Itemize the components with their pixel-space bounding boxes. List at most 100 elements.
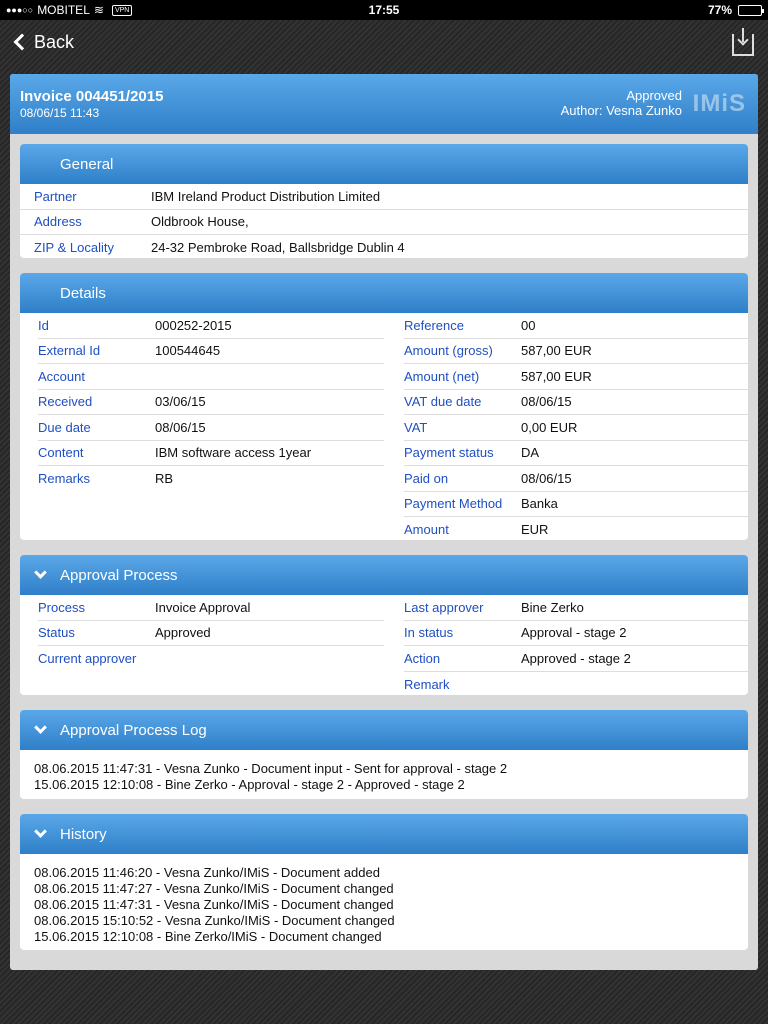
field-label: Current approver (38, 651, 137, 667)
field-label: Status (38, 625, 75, 641)
field-row: Due date 08/06/15 (38, 415, 384, 441)
field-row: Reference 00 (404, 313, 748, 339)
battery-icon (738, 4, 764, 16)
field-value: IBM Ireland Product Distribution Limited (151, 188, 381, 204)
field-value: 03/06/15 (155, 394, 206, 410)
field-label: VAT due date (404, 394, 482, 410)
approval-section: Approval Process Process Invoice Approval… (20, 555, 748, 695)
back-label: Back (34, 31, 75, 52)
field-label: Last approver (404, 599, 484, 615)
history-title: History (60, 825, 107, 843)
field-label: Content (38, 445, 84, 461)
field-row: Partner IBM Ireland Product Distribution … (20, 184, 748, 210)
field-row: Address Oldbrook House, (20, 210, 748, 235)
approval-log-section: Approval Process Log 08.06.2015 11:47:31… (20, 710, 748, 799)
field-label: Remarks (38, 471, 91, 487)
invoice-panel: Invoice 004451/2015 08/06/15 11:43 Appro… (10, 74, 758, 970)
field-label: Process (38, 599, 85, 615)
field-value: Approval - stage 2 (521, 625, 627, 641)
field-row: Amount EUR (404, 517, 748, 540)
general-rows: Partner IBM Ireland Product Distribution … (20, 184, 748, 258)
details-left-column: Id 000252-2015 External Id 100544645 Account… (20, 313, 384, 540)
field-value: Approved (155, 625, 211, 641)
field-row: Status Approved (38, 621, 384, 646)
field-value: Banka (521, 496, 558, 512)
invoice-status: Approved (626, 88, 682, 103)
field-value: 000252-2015 (155, 317, 232, 333)
nav-bar: Back (0, 20, 768, 64)
field-row: Amount (net) 587,00 EUR (404, 364, 748, 390)
field-label: Remark (404, 676, 450, 692)
field-label: Paid on (404, 470, 449, 486)
field-value: 587,00 EUR (521, 343, 592, 359)
details-columns: Id 000252-2015 External Id 100544645 Account… (20, 313, 748, 540)
field-value: 08/06/15 (521, 394, 572, 410)
field-label: External Id (38, 343, 101, 359)
field-row: ZIP & Locality 24-32 Pembroke Road, Balls… (20, 235, 748, 258)
history-entry: 15.06.2015 12:10:08 - Bine Zerko/IMiS - … (34, 929, 382, 944)
chevron-down-icon (34, 721, 47, 734)
field-value: EUR (521, 522, 549, 538)
vpn-badge: VPN (111, 4, 133, 16)
field-label: Amount (net) (404, 368, 480, 384)
invoice-meta: Approved Author: Vesna Zunko (561, 88, 682, 118)
approval-left-column: Process Invoice Approval Status Approved Cur… (20, 595, 384, 695)
download-icon[interactable] (732, 28, 754, 56)
field-value: Bine Zerko (521, 599, 584, 615)
clock: 17:55 (368, 3, 400, 17)
field-label: In status (404, 625, 454, 641)
signal-icon: ●●●○○ (6, 5, 34, 15)
approval-columns: Process Invoice Approval Status Approved Cur… (20, 595, 748, 695)
chevron-down-icon (34, 566, 47, 579)
general-section: General Partner IBM Ireland Product Distr… (20, 144, 748, 258)
field-value: DA (521, 445, 540, 461)
field-value: IBM software access 1year (155, 445, 312, 461)
field-value: Invoice Approval (155, 599, 251, 615)
field-label: Payment Method (404, 496, 503, 512)
field-row: Paid on 08/06/15 (404, 466, 748, 492)
field-value: 587,00 EUR (521, 368, 592, 384)
approval-header[interactable]: Approval Process (20, 555, 748, 595)
approval-right-column: Last approver Bine Zerko In status Approval… (384, 595, 748, 695)
field-label: ZIP & Locality (34, 240, 114, 256)
history-section: History 08.06.2015 11:46:20 - Vesna Zunk… (20, 814, 748, 950)
field-value: 0,00 EUR (521, 419, 578, 435)
imis-logo: IMiS (692, 90, 746, 117)
field-value: 100544645 (155, 343, 221, 359)
approval-log-header[interactable]: Approval Process Log (20, 710, 748, 750)
field-value: 00 (521, 317, 536, 333)
field-label: Account (38, 368, 85, 384)
history-entry: 08.06.2015 11:47:31 - Vesna Zunko/IMiS -… (34, 897, 394, 912)
approval-log-list: 08.06.2015 11:47:31 - Vesna Zunko - Docu… (20, 750, 748, 799)
wifi-icon: ≋ (93, 3, 104, 17)
field-row: Process Invoice Approval (38, 595, 384, 621)
field-label: Action (404, 650, 441, 666)
field-label: Amount (404, 522, 449, 538)
field-label: Due date (38, 419, 91, 435)
field-row: Content IBM software access 1year (38, 441, 384, 466)
field-label: VAT (404, 419, 428, 435)
chevron-down-icon (34, 825, 47, 838)
general-header[interactable]: General (20, 144, 748, 184)
carrier-label: MOBITEL (37, 3, 90, 17)
field-row: Last approver Bine Zerko (404, 595, 748, 621)
invoice-author: Author: Vesna Zunko (560, 103, 682, 118)
field-row: External Id 100544645 (38, 339, 384, 364)
field-value: 08/06/15 (155, 419, 206, 435)
field-label: Received (38, 394, 93, 410)
field-label: Reference (404, 317, 464, 333)
details-section: Details Id 000252-2015 External Id 10054464… (20, 273, 748, 540)
field-row: Remark (404, 672, 748, 696)
status-bar: ●●●○○ MOBITEL ≋ VPN 17:55 77% (0, 0, 768, 20)
field-row: Id 000252-2015 (38, 313, 384, 339)
details-header[interactable]: Details (20, 273, 748, 313)
back-button[interactable]: Back (12, 32, 74, 53)
field-label: Payment status (404, 445, 494, 461)
field-label: Id (38, 317, 49, 333)
field-value: Oldbrook House, (151, 214, 249, 230)
field-row: Payment Method Banka (404, 492, 748, 517)
approval-title: Approval Process (60, 566, 178, 584)
history-header[interactable]: History (20, 814, 748, 854)
field-row: VAT 0,00 EUR (404, 415, 748, 441)
status-left: ●●●○○ MOBITEL ≋ VPN (6, 3, 306, 17)
